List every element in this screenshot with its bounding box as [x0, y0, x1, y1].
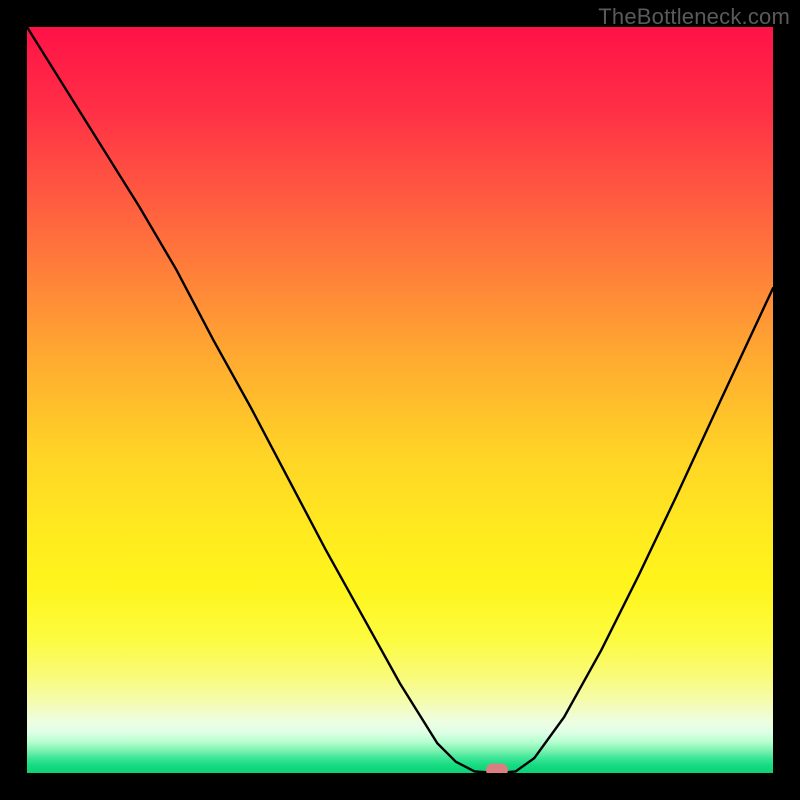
bottleneck-curve [27, 27, 773, 773]
curve-path [27, 27, 773, 773]
plot-area [27, 27, 773, 773]
watermark-text: TheBottleneck.com [598, 4, 790, 30]
chart-frame: TheBottleneck.com [0, 0, 800, 800]
optimal-point-marker [486, 764, 508, 773]
